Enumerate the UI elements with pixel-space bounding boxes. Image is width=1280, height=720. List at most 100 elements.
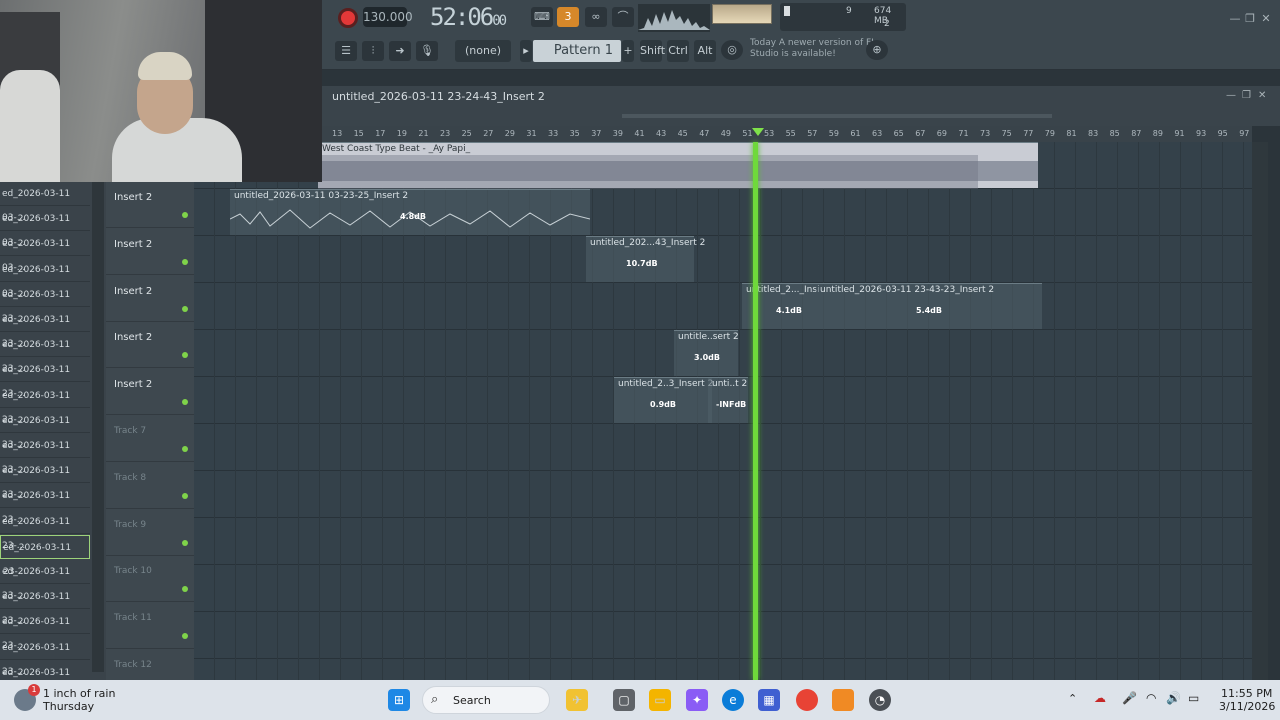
playlist-close-icon[interactable]: ✕ [1258, 90, 1266, 101]
track-mute-led-icon[interactable] [182, 305, 188, 312]
audio-clip[interactable]: unti..t 2 -INFdB [708, 377, 748, 423]
track-mute-led-icon[interactable] [182, 212, 188, 218]
tempo-display[interactable]: 130.000 [363, 7, 413, 27]
playlist-grid[interactable]: West Coast Type Beat - _Ay Papi_ untitle… [194, 142, 1252, 680]
track-header[interactable]: Insert 2 [106, 369, 194, 416]
track-mute-led-icon[interactable] [182, 586, 188, 593]
step-edit-icon[interactable]: 3 [557, 7, 579, 27]
browser-item[interactable]: ed_2026-03-11 23-... [0, 560, 90, 601]
browser-item[interactable]: ed_2026-03-11 23-... [0, 610, 90, 651]
playlist-icon[interactable]: ☰ [335, 41, 357, 61]
news-icon[interactable]: ◎ [721, 40, 743, 60]
restore-icon[interactable]: ❐ [1243, 12, 1257, 26]
store-icon[interactable]: ▦ [758, 689, 780, 711]
browser-item[interactable]: ed_2026-03-11 23-... [0, 384, 90, 425]
add-pattern-button[interactable]: + [622, 40, 634, 62]
typing-keyboard-icon[interactable]: ⌨ [531, 7, 553, 27]
battery-icon[interactable]: ▭ [1188, 691, 1199, 705]
browser-item[interactable]: ed_2026-03-11 23-... [0, 459, 90, 500]
browser-item[interactable]: ed_2026-03-11 03-... [0, 232, 90, 273]
playhead-marker-icon[interactable] [752, 128, 764, 136]
browser-item[interactable]: ed_2026-03-11 23-... [0, 308, 90, 349]
taskbar-search[interactable]: ⌕ Search [422, 686, 550, 714]
record-button[interactable] [338, 8, 358, 28]
playlist-minimize-icon[interactable]: — [1226, 90, 1236, 101]
browser-item[interactable]: ed_2026-03-11 23-... [0, 636, 90, 677]
track-mute-led-icon[interactable] [182, 492, 188, 499]
weather-text[interactable]: 1 inch of rain [43, 687, 115, 700]
track-mute-led-icon[interactable] [182, 539, 188, 546]
audio-clip[interactable]: untitled_202...43_Insert 2 10.7dB [586, 236, 705, 282]
mixer-icon[interactable]: ⫶ [362, 41, 384, 61]
loop-record-icon[interactable]: ∞ [585, 7, 607, 27]
fl-studio-icon[interactable] [832, 689, 854, 711]
pattern-selector[interactable]: Pattern 1 [533, 40, 621, 62]
scroll-thumb[interactable] [622, 114, 1052, 118]
browser-scrollbar[interactable] [92, 182, 104, 672]
file-explorer-icon[interactable]: ▭ [649, 689, 671, 711]
channel-rack-icon[interactable]: ➜ [389, 41, 411, 61]
browser-item[interactable]: ed_2026-03-11 23-... [0, 510, 90, 551]
playhead[interactable] [753, 142, 758, 680]
clock-date[interactable]: 3/11/2026 [1219, 700, 1275, 713]
browser-item[interactable]: ed_2026-03-11 03-... [0, 258, 90, 299]
app-icon[interactable]: ◔ [869, 689, 891, 711]
task-view-icon[interactable]: ▢ [613, 689, 635, 711]
browser-item[interactable]: ed_2026-03-11 23-... [0, 484, 90, 525]
playlist-restore-icon[interactable]: ❐ [1242, 90, 1251, 101]
master-volume-meter[interactable] [712, 4, 772, 24]
track-header[interactable]: Track 9 [106, 510, 194, 556]
audio-clip[interactable]: untitled_2026-03-11 03-23-25_Insert 2 4.… [230, 189, 590, 235]
shift-key-button[interactable]: Shift [640, 40, 665, 62]
minimize-icon[interactable]: — [1228, 12, 1242, 26]
timeline-ruler[interactable]: 13 15 17 19 21 23 25 27 29 31 33 35 37 39 41 43 45 47 49 51… [322, 126, 1252, 142]
track-header[interactable]: Track 11 [106, 603, 194, 650]
wifi-icon[interactable]: ◠ [1146, 691, 1156, 705]
track-mute-led-icon[interactable] [182, 446, 188, 452]
audio-clip[interactable]: untitle..sert 2 3.0dB [674, 330, 739, 376]
track-mute-led-icon[interactable] [182, 352, 188, 359]
browser-item[interactable]: ed_2026-03-11 23-... [0, 585, 90, 626]
vertical-scrollbar[interactable] [1252, 142, 1268, 680]
browser-item[interactable]: ed_2026-03-11 23-... [0, 534, 90, 577]
browser-item[interactable]: ed_2026-03-11 23-... [0, 333, 90, 374]
pattern-select-dropdown[interactable]: (none) [455, 40, 511, 62]
browser-item[interactable]: ed_2026-03-11 23-... [0, 283, 90, 324]
browser-item[interactable]: ed_2026-03-11 23-... [0, 434, 90, 475]
alt-key-button[interactable]: Alt [694, 40, 716, 62]
horizontal-scrollbar[interactable] [322, 108, 1280, 126]
copilot-icon[interactable]: ✦ [686, 689, 708, 711]
windows-start-icon[interactable]: ⊞ [388, 689, 410, 711]
track-header[interactable]: Track 10 [106, 556, 194, 603]
browser-item[interactable]: ed_2026-03-11 23-... [0, 409, 90, 450]
update-hint[interactable]: Today A newer version of FL Studio is av… [750, 38, 880, 60]
audio-clip[interactable]: untitled_2..3_Insert 2 0.9dB [614, 377, 713, 423]
audio-clip-beat[interactable]: West Coast Type Beat - _Ay Papi_ [318, 142, 1038, 189]
track-header[interactable]: Insert 2 [106, 182, 194, 228]
audio-clip[interactable]: untitled_2026-03-11 23-43-23_Insert 2 5.… [816, 283, 1042, 329]
close-icon[interactable]: ✕ [1259, 12, 1273, 26]
metronome-icon[interactable]: ⌒ [612, 7, 634, 27]
track-mute-led-icon[interactable] [182, 633, 188, 640]
edge-icon[interactable]: e [722, 689, 744, 711]
speaker-icon[interactable]: 🔊 [1166, 691, 1181, 705]
globe-icon[interactable]: ⊕ [866, 40, 888, 60]
track-header[interactable]: Track 8 [106, 463, 194, 509]
track-mute-led-icon[interactable] [182, 399, 188, 406]
track-header[interactable]: Insert 2 [106, 276, 194, 322]
playlist-window-header[interactable]: untitled_2026-03-11 23-24-43_Insert 2 — … [322, 86, 1280, 108]
microphone-icon[interactable]: 🎙 [416, 41, 438, 61]
chrome-icon[interactable] [796, 689, 818, 711]
microphone-tray-icon[interactable]: 🎤 [1122, 691, 1137, 705]
chevron-up-icon[interactable]: ⌃ [1068, 692, 1077, 705]
track-header[interactable]: Insert 2 [106, 322, 194, 369]
track-header[interactable]: Insert 2 [106, 229, 194, 275]
onedrive-icon[interactable]: ☁ [1094, 691, 1106, 705]
ctrl-key-button[interactable]: Ctrl [667, 40, 689, 62]
browser-item[interactable]: ed_2026-03-11 03-... [0, 182, 90, 223]
track-header[interactable]: Track 7 [106, 416, 194, 462]
bing-highlight-icon[interactable]: ✈ [566, 689, 588, 711]
browser-item[interactable]: ed_2026-03-11 23-... [0, 358, 90, 399]
track-mute-led-icon[interactable] [182, 258, 188, 265]
browser-item[interactable]: ed_2026-03-11 03-... [0, 207, 90, 248]
